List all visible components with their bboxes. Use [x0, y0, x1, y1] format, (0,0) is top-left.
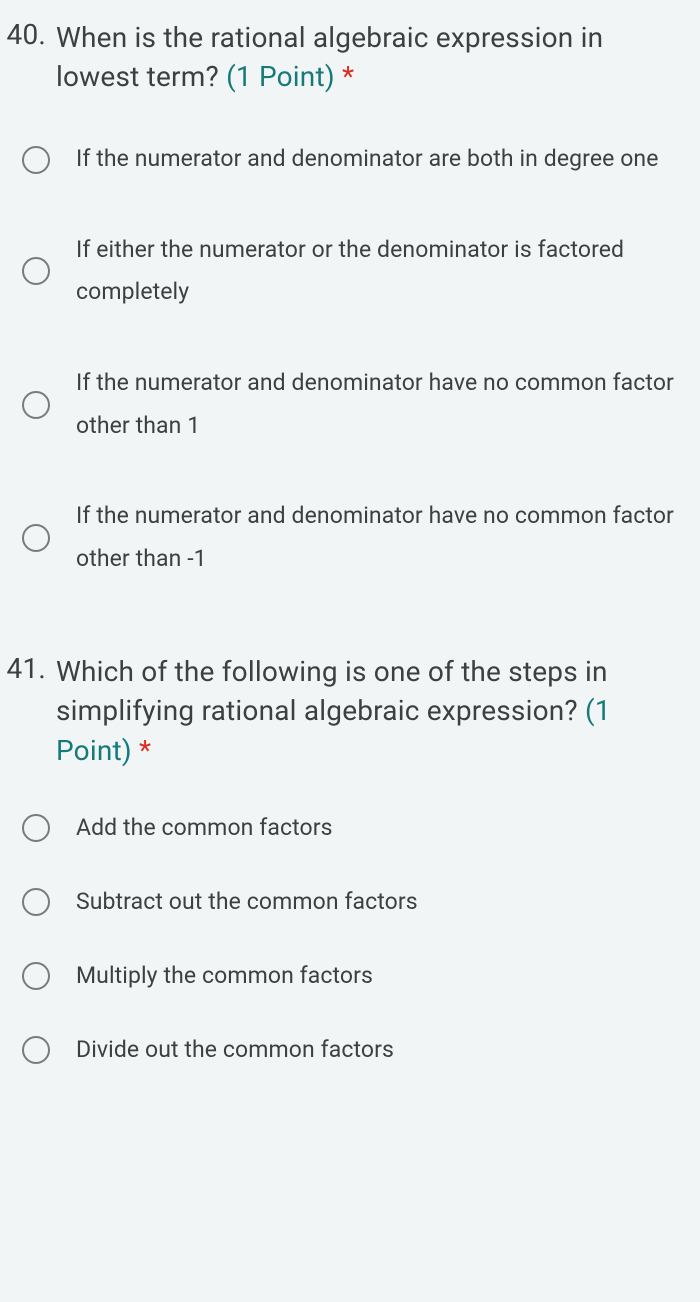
options-group: Add the common factors Subtract out the … — [0, 812, 676, 1067]
option-label: If either the numerator or the denominat… — [76, 229, 676, 314]
option-3[interactable]: If the numerator and denominator have no… — [22, 362, 676, 447]
question-41: 41. Which of the following is one of the… — [0, 652, 700, 1066]
question-40: 40. When is the rational algebraic expre… — [0, 18, 700, 580]
radio-icon — [22, 524, 50, 552]
radio-icon — [22, 257, 50, 285]
question-text: When is the rational algebraic expressio… — [56, 18, 676, 96]
option-label: Divide out the common factors — [76, 1034, 394, 1066]
options-group: If the numerator and denominator are bot… — [0, 138, 676, 580]
option-4[interactable]: If the numerator and denominator have no… — [22, 495, 676, 580]
option-2[interactable]: If either the numerator or the denominat… — [22, 229, 676, 314]
question-text: Which of the following is one of the ste… — [56, 652, 676, 770]
question-number: 41. — [0, 652, 56, 685]
radio-icon — [22, 814, 50, 842]
question-header: 41. Which of the following is one of the… — [0, 652, 676, 770]
points-label: (1 Point) — [226, 60, 335, 93]
required-indicator: * — [342, 60, 354, 93]
question-prompt: Which of the following is one of the ste… — [56, 655, 608, 727]
option-label: If the numerator and denominator are bot… — [76, 138, 659, 181]
option-1[interactable]: Add the common factors — [22, 812, 676, 844]
question-header: 40. When is the rational algebraic expre… — [0, 18, 676, 96]
radio-icon — [22, 1036, 50, 1064]
option-label: If the numerator and denominator have no… — [76, 495, 676, 580]
option-4[interactable]: Divide out the common factors — [22, 1034, 676, 1066]
radio-icon — [22, 962, 50, 990]
option-label: If the numerator and denominator have no… — [76, 362, 676, 447]
option-label: Add the common factors — [76, 812, 333, 844]
radio-icon — [22, 146, 50, 174]
radio-icon — [22, 391, 50, 419]
option-label: Subtract out the common factors — [76, 886, 418, 918]
option-1[interactable]: If the numerator and denominator are bot… — [22, 138, 676, 181]
option-label: Multiply the common factors — [76, 960, 373, 992]
option-3[interactable]: Multiply the common factors — [22, 960, 676, 992]
option-2[interactable]: Subtract out the common factors — [22, 886, 676, 918]
question-number: 40. — [0, 18, 56, 51]
required-indicator: * — [139, 734, 151, 767]
radio-icon — [22, 888, 50, 916]
